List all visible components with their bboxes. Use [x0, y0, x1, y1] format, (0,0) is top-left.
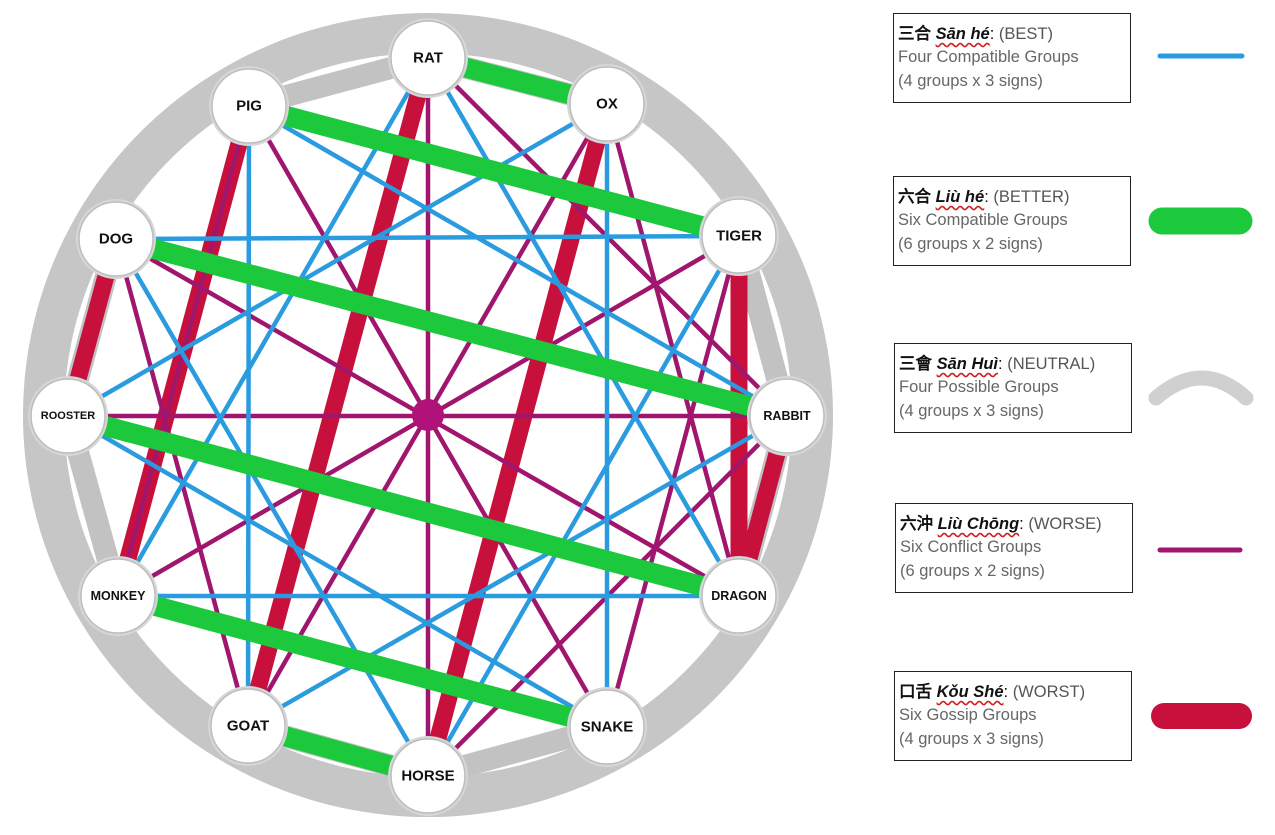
sign-node-horse: HORSE — [388, 736, 468, 816]
legend-desc: Four Compatible Groups — [898, 48, 1079, 66]
legend-san-hui: 三會 Sān Huì: (NEUTRAL) Four Possible Grou… — [894, 343, 1132, 433]
legend-level: (WORST) — [1012, 683, 1086, 701]
sign-node-pig: PIG — [209, 66, 289, 146]
legend-kou-she: 口舌 Kǒu Shé: (WORST) Six Gossip Groups (4… — [894, 671, 1132, 761]
sign-label: TIGER — [716, 228, 762, 245]
center-hub — [412, 399, 444, 431]
sign-node-dragon: DRAGON — [699, 556, 779, 636]
legend-count: (4 groups x 3 signs) — [898, 72, 1043, 90]
legend-chinese: 口舌 — [899, 682, 932, 701]
legend-desc: Six Conflict Groups — [900, 538, 1042, 556]
legend-liu-he: 六合 Liù hé: (BETTER) Six Compatible Group… — [893, 176, 1131, 266]
legend-pinyin: Kǒu Shé — [936, 683, 1004, 701]
legend-count: (4 groups x 3 signs) — [899, 730, 1044, 748]
sign-node-dog: DOG — [76, 199, 156, 279]
sign-node-ox: OX — [567, 64, 647, 144]
sign-node-rooster: ROOSTER — [28, 376, 108, 456]
sign-node-goat: GOAT — [208, 686, 288, 766]
legend-desc: Four Possible Groups — [899, 378, 1059, 396]
sign-node-rabbit: RABBIT — [747, 376, 827, 456]
sign-node-rat: RAT — [388, 18, 468, 98]
zodiac-wheel: RAT OX TIGER RABBIT DRAGON SNAKE HORSE GOAT MONK… — [23, 13, 833, 817]
swatch-liu-chong — [1157, 547, 1243, 553]
legend-count: (6 groups x 2 signs) — [900, 562, 1045, 580]
legend-pinyin: Liù Chōng — [937, 515, 1020, 533]
swatch-san-hui — [1148, 370, 1254, 406]
sign-label: DOG — [99, 231, 133, 248]
sign-label: PIG — [236, 98, 262, 115]
sign-label: OX — [596, 96, 618, 113]
swatch-liu-he — [1148, 207, 1253, 235]
sign-label: SNAKE — [581, 719, 634, 736]
sign-node-tiger: TIGER — [699, 196, 779, 276]
swatch-kou-she — [1151, 703, 1252, 729]
legend-desc: Six Compatible Groups — [898, 211, 1068, 229]
sign-label: MONKEY — [91, 589, 147, 603]
sign-label: GOAT — [227, 718, 269, 735]
sign-node-snake: SNAKE — [567, 687, 647, 767]
legend-pinyin: Sān Huì — [936, 355, 999, 373]
legend-chinese: 六合 — [898, 187, 931, 206]
legend-level: (BETTER) — [993, 188, 1070, 206]
sign-node-monkey: MONKEY — [78, 556, 158, 636]
legend-chinese: 六沖 — [900, 514, 933, 533]
legend-pinyin: Liù hé — [935, 188, 985, 206]
legend-level: (BEST) — [998, 25, 1053, 43]
sign-label: DRAGON — [711, 589, 767, 603]
legend-desc: Six Gossip Groups — [899, 706, 1037, 724]
legend-pinyin: Sān hé — [935, 25, 990, 43]
san-he-line — [115, 233, 740, 242]
legend-count: (4 groups x 3 signs) — [899, 402, 1044, 420]
legend-level: (WORSE) — [1028, 515, 1102, 533]
sign-label: ROOSTER — [41, 410, 95, 422]
legend-chinese: 三會 — [899, 354, 932, 373]
legend-count: (6 groups x 2 signs) — [898, 235, 1043, 253]
legend-san-he: 三合 Sān hé: (BEST) Four Compatible Groups… — [893, 13, 1131, 103]
swatch-san-he — [1157, 53, 1245, 59]
sign-label: HORSE — [401, 768, 454, 785]
legend-chinese: 三合 — [898, 24, 931, 43]
sign-label: RABBIT — [763, 409, 811, 423]
legend-liu-chong: 六沖 Liù Chōng: (WORSE) Six Conflict Group… — [895, 503, 1133, 593]
sign-label: RAT — [413, 50, 443, 67]
legend-level: (NEUTRAL) — [1007, 355, 1096, 373]
